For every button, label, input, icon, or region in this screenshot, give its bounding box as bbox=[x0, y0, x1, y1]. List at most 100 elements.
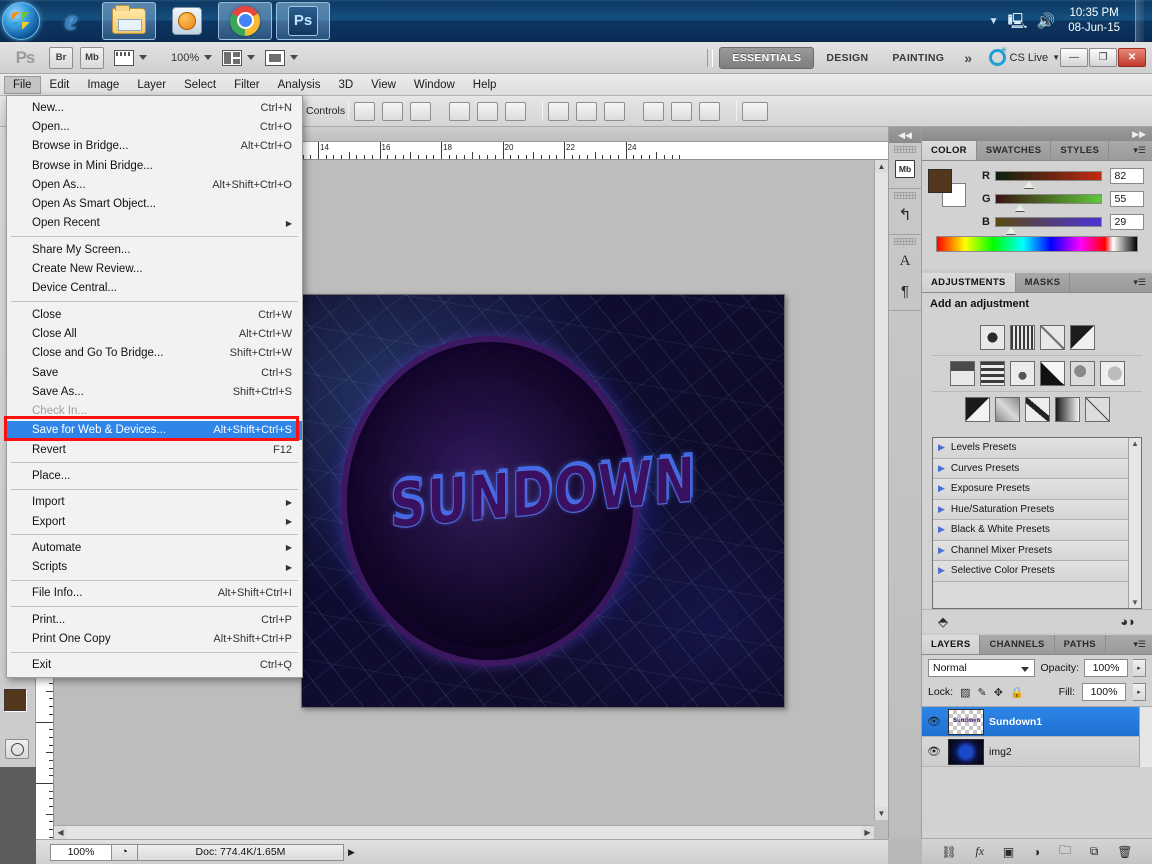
menu-layer[interactable]: Layer bbox=[128, 76, 175, 94]
opacity-stepper-icon[interactable]: ▸ bbox=[1133, 659, 1146, 677]
hue-saturation-icon[interactable] bbox=[980, 361, 1005, 386]
preset-item-channel-mixer-presets[interactable]: ▶Channel Mixer Presets bbox=[933, 541, 1128, 562]
dock-grip[interactable] bbox=[894, 192, 916, 199]
file-menu-item-create-new-review[interactable]: Create New Review... bbox=[7, 259, 302, 278]
launch-bridge-button[interactable]: Br bbox=[49, 47, 73, 69]
file-menu-item-export[interactable]: Export▶ bbox=[7, 512, 302, 531]
scroll-up-icon[interactable]: ▲ bbox=[875, 160, 888, 173]
file-menu-item-print-one-copy[interactable]: Print One CopyAlt+Shift+Ctrl+P bbox=[7, 629, 302, 648]
invert-icon[interactable] bbox=[965, 397, 990, 422]
mini-bridge-icon[interactable]: Mb bbox=[891, 155, 919, 183]
disclosure-triangle-icon[interactable]: ▶ bbox=[938, 545, 945, 556]
selective-color-icon[interactable] bbox=[1085, 397, 1110, 422]
status-zoom-field[interactable]: 100% bbox=[50, 844, 112, 861]
slider-thumb-b[interactable] bbox=[1006, 227, 1016, 234]
layer-thumbnail[interactable]: Sundown bbox=[948, 709, 984, 735]
workspace-design[interactable]: DESIGN bbox=[814, 48, 880, 68]
workspace-essentials[interactable]: ESSENTIALS bbox=[719, 47, 814, 69]
lock-transparent-pixels-icon[interactable]: ▨ bbox=[960, 686, 970, 699]
menu-edit[interactable]: Edit bbox=[41, 76, 79, 94]
exposure-icon[interactable] bbox=[1070, 325, 1095, 350]
disclosure-triangle-icon[interactable]: ▶ bbox=[938, 463, 945, 474]
color-panel-collapse-icon[interactable]: ▶▶ bbox=[922, 127, 1152, 141]
show-hidden-icons-icon[interactable]: ▼ bbox=[989, 16, 999, 27]
channel-mixer-icon[interactable] bbox=[1100, 361, 1125, 386]
presets-scrollbar[interactable]: ▲ ▼ bbox=[1128, 438, 1141, 608]
lock-position-icon[interactable]: ✥ bbox=[994, 686, 1003, 699]
scroll-up-icon[interactable]: ▲ bbox=[1131, 438, 1139, 449]
file-menu-item-exit[interactable]: ExitCtrl+Q bbox=[7, 656, 302, 675]
show-desktop-button[interactable] bbox=[1135, 0, 1144, 42]
curves-icon[interactable] bbox=[1040, 325, 1065, 350]
threshold-icon[interactable] bbox=[1025, 397, 1050, 422]
layer-mask-icon[interactable]: ▣ bbox=[1003, 845, 1014, 859]
fill-field[interactable]: 100% bbox=[1082, 683, 1126, 701]
start-button[interactable] bbox=[2, 2, 40, 40]
taskbar-internet-explorer[interactable]: e bbox=[44, 2, 98, 40]
preset-item-hue-saturation-presets[interactable]: ▶Hue/Saturation Presets bbox=[933, 500, 1128, 521]
delete-layer-icon[interactable]: 🗑 bbox=[1117, 845, 1132, 859]
file-menu-item-new[interactable]: New...Ctrl+N bbox=[7, 98, 302, 117]
slider-thumb-r[interactable] bbox=[1024, 181, 1034, 188]
align-top-edges-button[interactable] bbox=[354, 102, 375, 121]
file-menu-item-share-my-screen[interactable]: Share My Screen... bbox=[7, 240, 302, 259]
restore-button[interactable]: ❐ bbox=[1089, 48, 1117, 67]
taskbar-windows-explorer[interactable] bbox=[102, 2, 156, 40]
color-panel-menu-icon[interactable]: ▾☰ bbox=[1127, 141, 1152, 160]
disclosure-triangle-icon[interactable]: ▶ bbox=[938, 483, 945, 494]
align-right-edges-button[interactable] bbox=[505, 102, 526, 121]
file-menu-item-close-all[interactable]: Close AllAlt+Ctrl+W bbox=[7, 324, 302, 343]
file-menu-item-revert[interactable]: RevertF12 bbox=[7, 440, 302, 459]
file-menu-item-print[interactable]: Print...Ctrl+P bbox=[7, 610, 302, 629]
file-menu-item-import[interactable]: Import▶ bbox=[7, 493, 302, 512]
preset-item-selective-color-presets[interactable]: ▶Selective Color Presets bbox=[933, 561, 1128, 582]
menu-image[interactable]: Image bbox=[78, 76, 128, 94]
disclosure-triangle-icon[interactable]: ▶ bbox=[938, 565, 945, 576]
distribute-bottom-edges-button[interactable] bbox=[604, 102, 625, 121]
clock[interactable]: 10:35 PM 08-Jun-15 bbox=[1064, 6, 1124, 36]
gradient-map-icon[interactable] bbox=[1055, 397, 1080, 422]
slider-track-r[interactable] bbox=[995, 171, 1101, 181]
color-balance-icon[interactable] bbox=[1010, 361, 1035, 386]
layer-visibility-icon[interactable]: 👁 bbox=[925, 715, 943, 728]
arrange-documents-menu[interactable] bbox=[222, 50, 255, 66]
brightness-contrast-icon[interactable] bbox=[980, 325, 1005, 350]
view-extras-menu[interactable] bbox=[114, 50, 147, 66]
close-button[interactable]: ✕ bbox=[1118, 48, 1146, 67]
distribute-left-edges-button[interactable] bbox=[643, 102, 664, 121]
file-menu-item-save-as[interactable]: Save As...Shift+Ctrl+S bbox=[7, 382, 302, 401]
scroll-down-icon[interactable]: ▼ bbox=[875, 807, 888, 820]
file-menu-item-save-for-web-devices[interactable]: Save for Web & Devices...Alt+Shift+Ctrl+… bbox=[7, 421, 302, 440]
menu-view[interactable]: View bbox=[362, 76, 405, 94]
menu-file[interactable]: File bbox=[4, 76, 41, 94]
file-menu-item-scripts[interactable]: Scripts▶ bbox=[7, 558, 302, 577]
screen-mode-menu[interactable] bbox=[265, 50, 298, 66]
layer-visibility-icon[interactable]: 👁 bbox=[925, 745, 943, 758]
tab-styles[interactable]: STYLES bbox=[1051, 141, 1109, 160]
opacity-field[interactable]: 100% bbox=[1084, 659, 1128, 677]
cs-live-menu[interactable]: CS Live ▼ bbox=[989, 49, 1060, 66]
layer-thumbnail[interactable] bbox=[948, 739, 984, 765]
tab-adjustments[interactable]: ADJUSTMENTS bbox=[922, 273, 1016, 292]
layer-style-icon[interactable]: fx bbox=[975, 844, 984, 859]
taskbar-chrome[interactable] bbox=[218, 2, 272, 40]
new-layer-icon[interactable]: ⧉ bbox=[1090, 844, 1099, 859]
channel-value-g[interactable]: 55 bbox=[1110, 191, 1144, 207]
file-menu-item-open-as-smart-object[interactable]: Open As Smart Object... bbox=[7, 194, 302, 213]
minimize-button[interactable]: — bbox=[1060, 48, 1088, 67]
blend-mode-select[interactable]: Normal bbox=[928, 659, 1035, 677]
clip-to-layer-icon[interactable]: ⬘ bbox=[938, 614, 948, 630]
preset-item-exposure-presets[interactable]: ▶Exposure Presets bbox=[933, 479, 1128, 500]
distribute-vertical-centers-button[interactable] bbox=[576, 102, 597, 121]
toggle-layer-visibility-icon[interactable]: ◕◗ bbox=[1120, 614, 1136, 629]
align-horizontal-centers-button[interactable] bbox=[477, 102, 498, 121]
levels-icon[interactable] bbox=[1010, 325, 1035, 350]
quick-mask-button[interactable] bbox=[5, 739, 29, 759]
disclosure-triangle-icon[interactable]: ▶ bbox=[938, 504, 945, 515]
file-menu-item-browse-in-bridge[interactable]: Browse in Bridge...Alt+Ctrl+O bbox=[7, 137, 302, 156]
tab-channels[interactable]: CHANNELS bbox=[980, 635, 1054, 654]
scroll-right-icon[interactable]: ▶ bbox=[861, 826, 874, 839]
menu-window[interactable]: Window bbox=[405, 76, 464, 94]
slider-track-g[interactable] bbox=[995, 194, 1101, 204]
distribute-top-edges-button[interactable] bbox=[548, 102, 569, 121]
